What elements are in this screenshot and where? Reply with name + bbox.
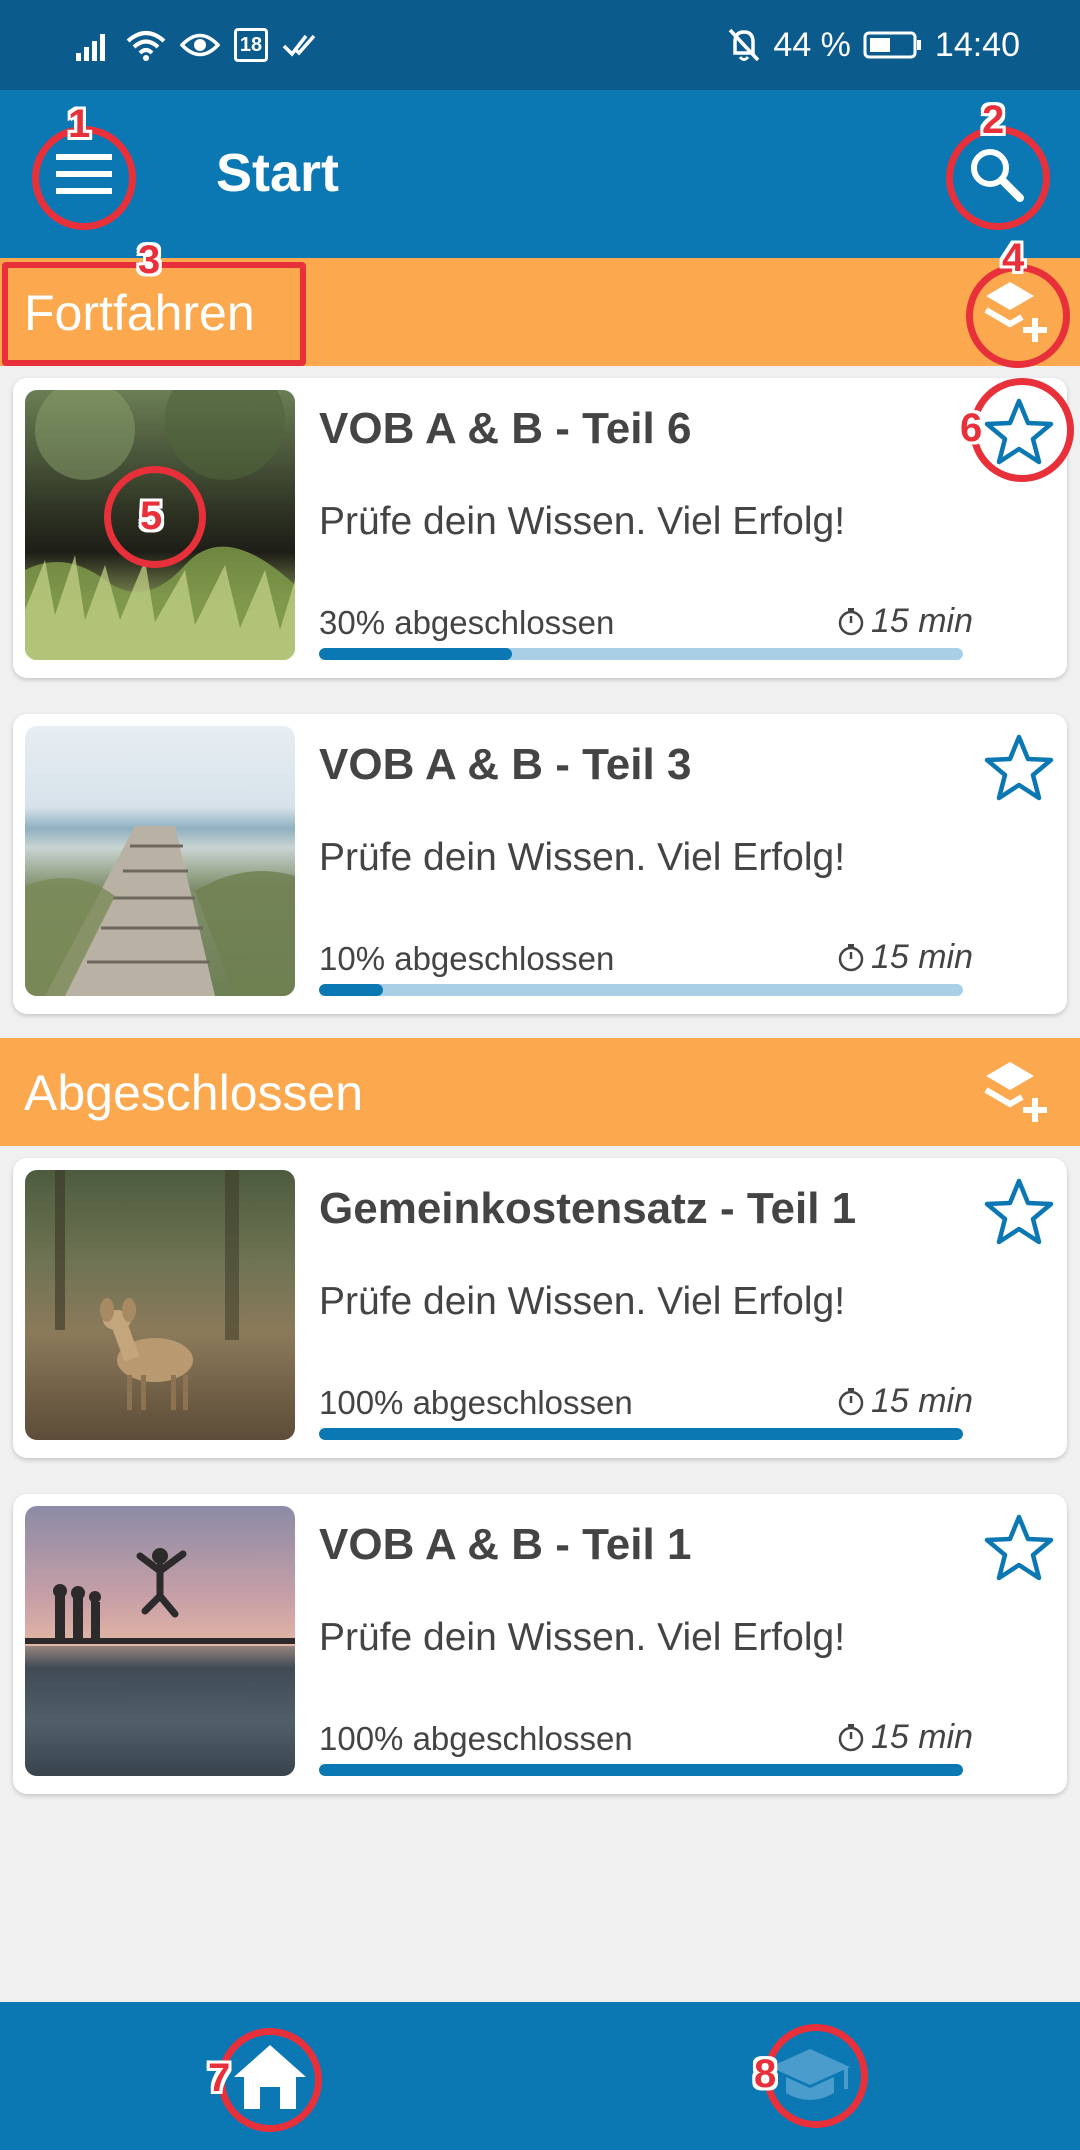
annotation-label: 6 <box>960 406 983 450</box>
annotation-circle-6 <box>970 378 1074 482</box>
favorite-button[interactable] <box>979 1508 1059 1588</box>
annotation-label: 5 <box>140 494 163 538</box>
progress-fill <box>319 1764 963 1776</box>
clock: 14:40 <box>934 25 1020 64</box>
duration-text: 15 min <box>870 602 973 640</box>
annotation-label: 1 <box>68 102 91 146</box>
jump-lake-photo <box>25 1548 295 1776</box>
duration: 15 min <box>823 1382 973 1421</box>
star-outline-icon <box>984 1178 1054 1245</box>
duration: 15 min <box>823 1718 973 1757</box>
annotation-label: 7 <box>208 2056 231 2100</box>
timer-icon <box>838 607 864 635</box>
course-title: VOB A & B - Teil 1 <box>319 1520 692 1569</box>
annotation-label: 2 <box>982 98 1005 142</box>
course-card[interactable]: Gemeinkostensatz - Teil 1 Prüfe dein Wis… <box>13 1158 1067 1458</box>
progress-bar <box>319 1764 963 1776</box>
course-image <box>25 1170 295 1440</box>
calendar-day: 18 <box>239 33 263 56</box>
star-outline-icon <box>984 1514 1054 1581</box>
course-title: VOB A & B - Teil 6 <box>319 404 692 453</box>
calendar-icon: 18 <box>234 28 268 62</box>
beach-boardwalk-photo <box>25 826 295 996</box>
course-card[interactable]: VOB A & B - Teil 3 Prüfe dein Wissen. Vi… <box>13 714 1067 1014</box>
status-bar: 18 44 % 14:40 <box>0 0 1080 90</box>
course-card[interactable]: VOB A & B - Teil 1 Prüfe dein Wissen. Vi… <box>13 1494 1067 1794</box>
annotation-circle-8 <box>764 2024 868 2128</box>
deer-forest-photo <box>55 1170 239 1410</box>
status-icons-right: 44 % 14:40 <box>727 22 1020 68</box>
course-image <box>25 726 295 996</box>
progress-label: 100% abgeschlossen <box>319 1720 633 1757</box>
annotation-label: 8 <box>754 2052 777 2096</box>
duration: 15 min <box>823 602 973 641</box>
page-title: Start <box>216 143 340 203</box>
course-subtitle: Prüfe dein Wissen. Viel Erfolg! <box>319 500 846 543</box>
progress-fill <box>319 1428 963 1440</box>
course-subtitle: Prüfe dein Wissen. Viel Erfolg! <box>319 1616 846 1659</box>
timer-icon <box>838 1387 864 1415</box>
timer-icon <box>838 943 864 971</box>
add-collection-button[interactable] <box>972 1048 1060 1136</box>
progress-label: 30% abgeschlossen <box>319 604 615 641</box>
section-title: Abgeschlossen <box>24 1065 364 1121</box>
progress-fill <box>319 648 513 660</box>
duration-text: 15 min <box>870 1382 973 1420</box>
favorite-button[interactable] <box>979 1172 1059 1252</box>
progress-bar <box>319 1428 963 1440</box>
app-bar: Start <box>0 90 1080 258</box>
check-icon <box>282 34 316 57</box>
annotation-label: 4 <box>1002 236 1025 280</box>
progress-bar <box>319 984 963 996</box>
battery-icon <box>863 31 921 59</box>
layers-add-icon <box>984 1062 1047 1122</box>
section-header-completed: Abgeschlossen <box>0 1038 1080 1146</box>
duration: 15 min <box>823 938 973 977</box>
course-title: VOB A & B - Teil 3 <box>319 740 692 789</box>
annotation-label: 3 <box>138 238 161 282</box>
course-subtitle: Prüfe dein Wissen. Viel Erfolg! <box>319 1280 846 1323</box>
status-icons-left: 18 <box>76 22 316 68</box>
progress-label: 10% abgeschlossen <box>319 940 615 977</box>
progress-fill <box>319 984 384 996</box>
timer-icon <box>838 1723 864 1751</box>
course-image <box>25 1506 295 1776</box>
battery-percent: 44 % <box>773 25 851 64</box>
mute-bell-icon <box>729 28 760 62</box>
star-outline-icon <box>984 734 1054 801</box>
course-subtitle: Prüfe dein Wissen. Viel Erfolg! <box>319 836 846 879</box>
favorite-button[interactable] <box>979 728 1059 808</box>
duration-text: 15 min <box>870 1718 973 1756</box>
signal-icon <box>76 34 105 61</box>
duration-text: 15 min <box>870 938 973 976</box>
eye-icon <box>180 33 220 57</box>
annotation-circle-7 <box>218 2028 322 2132</box>
bottom-navigation <box>0 2002 1080 2150</box>
course-title: Gemeinkostensatz - Teil 1 <box>319 1184 857 1233</box>
progress-bar <box>319 648 963 660</box>
wifi-icon <box>126 31 166 61</box>
progress-label: 100% abgeschlossen <box>319 1384 633 1421</box>
